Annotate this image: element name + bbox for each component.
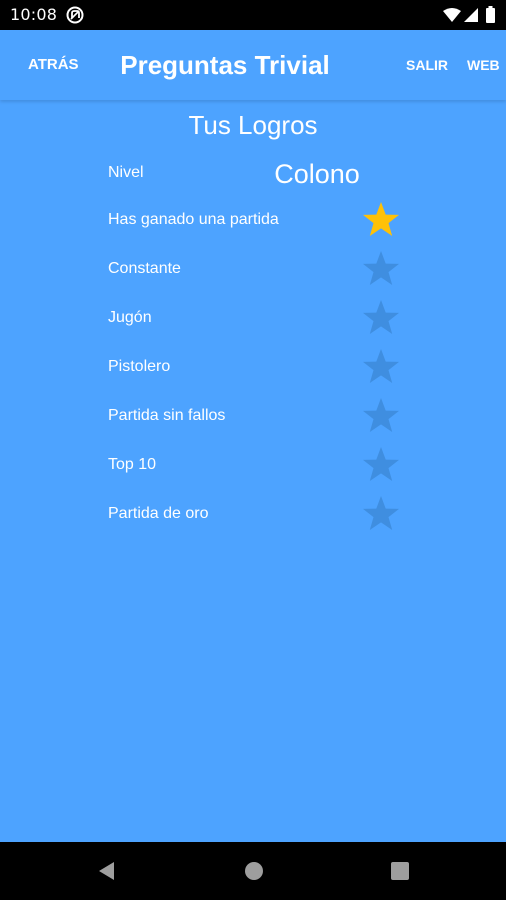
level-label: Nivel bbox=[108, 164, 144, 181]
achievement-row: Jugón bbox=[0, 294, 506, 343]
star-icon bbox=[361, 494, 401, 534]
achievement-label: Partida de oro bbox=[108, 505, 209, 522]
recents-square-icon[interactable] bbox=[389, 860, 411, 882]
star-icon bbox=[361, 445, 401, 485]
home-circle-icon[interactable] bbox=[243, 860, 265, 882]
wifi-icon bbox=[443, 8, 461, 23]
status-time: 10:08 bbox=[10, 5, 58, 24]
achievement-label: Jugón bbox=[108, 309, 152, 326]
web-button[interactable]: WEB bbox=[459, 44, 506, 86]
star-icon bbox=[361, 249, 401, 289]
navigation-bar bbox=[0, 842, 506, 900]
section-title: Tus Logros bbox=[188, 110, 318, 140]
app-bar: ATRÁS Preguntas Trivial SALIR WEB bbox=[0, 30, 506, 100]
achievement-row: Partida de oro bbox=[0, 490, 506, 539]
achievement-row: Top 10 bbox=[0, 441, 506, 490]
status-bar: 10:08 bbox=[0, 0, 506, 30]
achievement-row: Pistolero bbox=[0, 343, 506, 392]
back-triangle-icon[interactable] bbox=[96, 860, 118, 882]
app-title: Preguntas Trivial bbox=[120, 50, 330, 80]
star-icon bbox=[361, 396, 401, 436]
star-icon bbox=[361, 298, 401, 338]
notification-icon bbox=[66, 6, 84, 24]
exit-button[interactable]: SALIR bbox=[398, 44, 456, 86]
achievement-row: Constante bbox=[0, 245, 506, 294]
star-icon bbox=[361, 347, 401, 387]
achievement-row: Has ganado una partida bbox=[0, 196, 506, 245]
level-value: Colono bbox=[274, 159, 360, 189]
achievement-row: Partida sin fallos bbox=[0, 392, 506, 441]
achievement-label: Constante bbox=[108, 260, 181, 277]
achievement-label: Top 10 bbox=[108, 456, 157, 473]
achievement-label: Pistolero bbox=[108, 358, 171, 375]
battery-icon bbox=[486, 6, 495, 23]
signal-icon bbox=[464, 8, 478, 22]
back-button[interactable]: ATRÁS bbox=[14, 44, 93, 86]
achievements-list: Has ganado una partida Constante Jugón P… bbox=[0, 196, 506, 539]
achievement-label: Has ganado una partida bbox=[108, 211, 279, 228]
star-icon bbox=[361, 200, 401, 240]
achievement-label: Partida sin fallos bbox=[108, 407, 226, 424]
